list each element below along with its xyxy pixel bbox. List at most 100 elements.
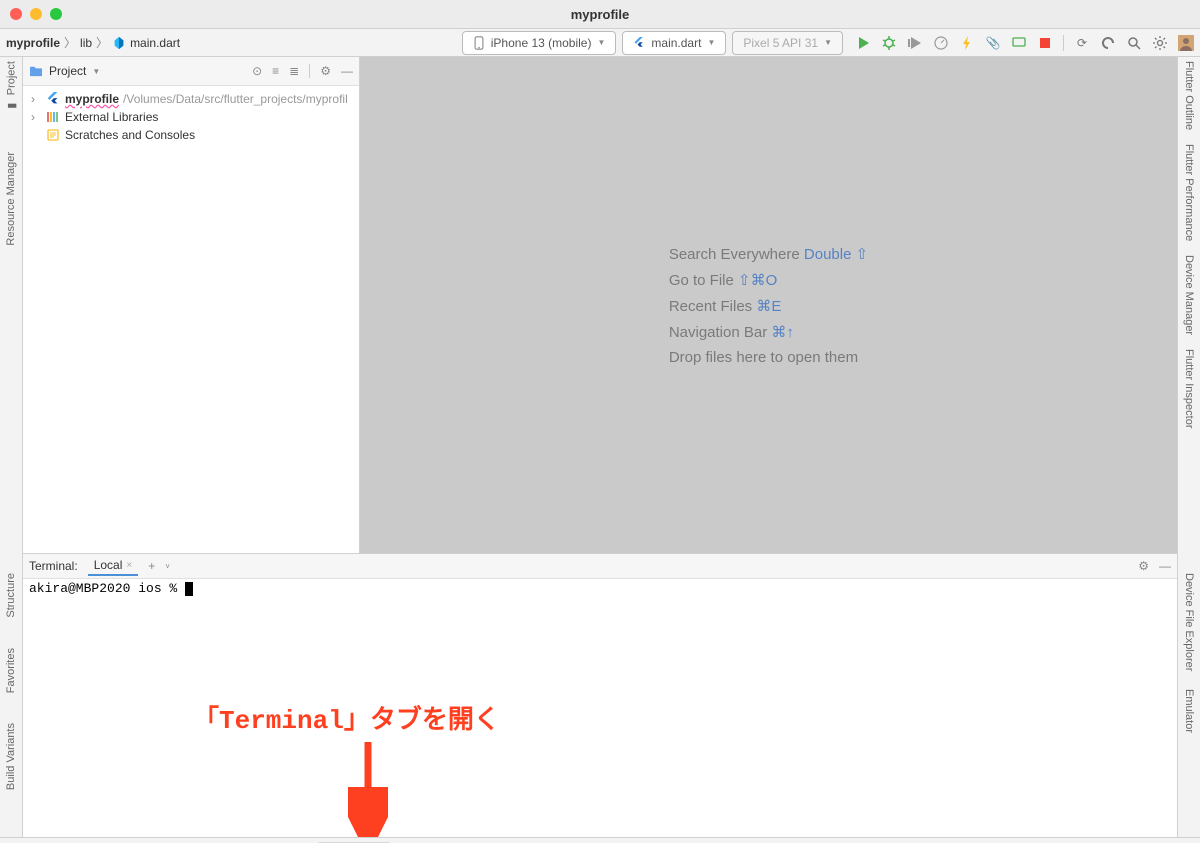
resource-manager-label: Resource Manager	[5, 152, 17, 246]
hide-icon[interactable]: —	[1159, 559, 1171, 573]
separator	[1063, 35, 1064, 51]
secondary-device-selector[interactable]: Pixel 5 API 31 ▼	[732, 31, 843, 55]
terminal-body[interactable]: akira@MBP2020 ios % 「Terminal」タブを開く	[23, 579, 1177, 837]
window-title: myprofile	[571, 7, 630, 22]
avatar[interactable]	[1178, 35, 1194, 51]
flutter-outline-button[interactable]: Flutter Outline	[1183, 61, 1195, 130]
flutter-performance-button[interactable]: Flutter Performance	[1183, 144, 1195, 241]
flutter-icon	[45, 92, 61, 106]
terminal-cursor	[185, 582, 193, 596]
project-tool-button[interactable]: ▮ Project	[5, 61, 18, 112]
main-toolbar: myprofile 〉 lib 〉 main.dart iPhone 13 (m…	[0, 29, 1200, 57]
breadcrumb-sep: 〉	[96, 34, 108, 51]
resource-manager-tool-button[interactable]: Resource Manager	[5, 152, 17, 246]
config-label: main.dart	[651, 36, 701, 50]
close-window-button[interactable]	[10, 8, 22, 20]
main-area: ▮ Project Resource Manager Project ▼ ⊙ ≡…	[0, 57, 1200, 553]
search-icon[interactable]	[1126, 35, 1142, 51]
device-file-explorer-button[interactable]: Device File Explorer	[1183, 573, 1195, 671]
expand-arrow-icon[interactable]: ›	[31, 92, 41, 106]
terminal-title: Terminal:	[29, 559, 78, 573]
hide-icon[interactable]: —	[341, 64, 353, 78]
scratches-label: Scratches and Consoles	[65, 128, 195, 142]
device-selector[interactable]: iPhone 13 (mobile) ▼	[462, 31, 617, 55]
close-tab-icon[interactable]: ×	[126, 560, 132, 571]
dart-file-icon	[112, 36, 126, 50]
project-root-name: myprofile	[65, 92, 119, 106]
gear-icon[interactable]	[1152, 35, 1168, 51]
hint-search: Search Everywhere	[669, 246, 800, 263]
collapse-all-icon[interactable]: ≣	[289, 64, 299, 78]
project-tree[interactable]: › myprofile /Volumes/Data/src/flutter_pr…	[23, 86, 359, 148]
coverage-button[interactable]	[907, 35, 923, 51]
attach-button[interactable]: 📎	[985, 35, 1001, 51]
minimize-window-button[interactable]	[30, 8, 42, 20]
project-view-title[interactable]: Project	[49, 64, 86, 78]
select-opened-file-icon[interactable]: ⊙	[252, 64, 262, 78]
terminal-pane: Terminal: Local × + ˅ ⚙ — akira@MBP2020 …	[23, 553, 1177, 837]
build-variants-tool-button[interactable]: Build Variants	[5, 723, 17, 790]
chevron-down-icon: ▼	[707, 38, 715, 47]
new-terminal-tab-icon[interactable]: +	[148, 559, 155, 573]
flutter-inspector-button[interactable]: Flutter Inspector	[1183, 349, 1195, 428]
editor-hints: Search Everywhere Double ⇧ Go to File ⇧⌘…	[669, 237, 868, 374]
debug-button[interactable]	[881, 35, 897, 51]
secondary-device-label: Pixel 5 API 31	[743, 36, 818, 50]
annotation-arrow	[348, 737, 388, 837]
editor-empty-state: Search Everywhere Double ⇧ Go to File ⇧⌘…	[360, 57, 1177, 553]
favorites-tool-button[interactable]: Favorites	[5, 648, 17, 693]
hint-search-kbd: Double ⇧	[804, 246, 868, 263]
right-tool-strip: Flutter Outline Flutter Performance Devi…	[1177, 57, 1200, 553]
chevron-down-icon: ▼	[597, 38, 605, 47]
project-pane-header: Project ▼ ⊙ ≡ ≣ ⚙ —	[23, 57, 359, 86]
breadcrumb-folder[interactable]: lib	[80, 36, 92, 50]
run-button[interactable]	[855, 35, 871, 51]
devtools-button[interactable]	[1011, 35, 1027, 51]
left-tool-strip: ▮ Project Resource Manager	[0, 57, 23, 553]
folder-icon	[29, 65, 43, 77]
hot-reload-button[interactable]	[959, 35, 975, 51]
hint-goto-kbd: ⇧⌘O	[738, 272, 777, 289]
run-config-selector[interactable]: main.dart ▼	[622, 31, 726, 55]
expand-arrow-icon[interactable]: ›	[31, 110, 41, 124]
tree-row-scratches[interactable]: Scratches and Consoles	[23, 126, 359, 144]
hint-recent: Recent Files	[669, 298, 752, 315]
emulator-button[interactable]: Emulator	[1183, 689, 1195, 733]
tree-row-external-libraries[interactable]: › External Libraries	[23, 108, 359, 126]
terminal-tab-label: Local	[94, 558, 123, 572]
titlebar: myprofile	[0, 0, 1200, 29]
separator	[309, 64, 310, 78]
hint-recent-kbd: ⌘E	[756, 298, 781, 315]
expand-all-icon[interactable]: ≡	[272, 64, 279, 78]
library-icon	[45, 111, 61, 123]
scratches-icon	[45, 128, 61, 142]
hint-nav-kbd: ⌘↑	[771, 324, 794, 341]
gear-icon[interactable]: ⚙	[320, 64, 331, 78]
breadcrumb[interactable]: myprofile 〉 lib 〉 main.dart	[6, 34, 180, 51]
window-controls	[0, 8, 62, 20]
stop-button[interactable]	[1037, 35, 1053, 51]
hint-drop: Drop files here to open them	[669, 349, 858, 366]
phone-icon	[473, 36, 485, 50]
project-pane: Project ▼ ⊙ ≡ ≣ ⚙ — › myprofile /Volumes…	[23, 57, 360, 553]
chevron-down-icon[interactable]: ˅	[165, 562, 170, 571]
maximize-window-button[interactable]	[50, 8, 62, 20]
chevron-down-icon[interactable]: ▼	[92, 67, 100, 76]
breadcrumb-file[interactable]: main.dart	[130, 36, 180, 50]
chevron-down-icon: ▼	[824, 38, 832, 47]
right-tool-strip-lower: Device File Explorer Emulator	[1177, 553, 1200, 837]
structure-tool-button[interactable]: Structure	[5, 573, 17, 618]
tree-row-project-root[interactable]: › myprofile /Volumes/Data/src/flutter_pr…	[23, 90, 359, 108]
git-update-button[interactable]: ⟳	[1074, 35, 1090, 51]
gear-icon[interactable]: ⚙	[1138, 559, 1149, 573]
device-manager-button[interactable]: Device Manager	[1183, 255, 1195, 335]
device-label: iPhone 13 (mobile)	[491, 36, 592, 50]
terminal-tab-local[interactable]: Local ×	[88, 556, 139, 576]
sync-button[interactable]	[1100, 35, 1116, 51]
flutter-icon	[633, 36, 645, 50]
folder-icon: ▮	[5, 99, 18, 112]
terminal-header: Terminal: Local × + ˅ ⚙ —	[23, 554, 1177, 579]
profile-button[interactable]	[933, 35, 949, 51]
breadcrumb-project[interactable]: myprofile	[6, 36, 60, 50]
breadcrumb-sep: 〉	[64, 34, 76, 51]
